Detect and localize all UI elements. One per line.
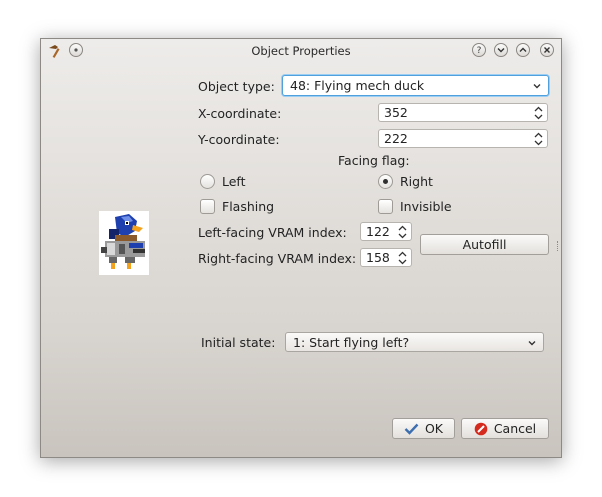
facing-left-label[interactable]: Left — [222, 174, 246, 189]
x-coordinate-spinbox[interactable]: 352 — [378, 103, 548, 122]
object-type-value: 48: Flying mech duck — [290, 78, 425, 93]
cancel-button[interactable]: Cancel — [461, 418, 549, 439]
cancel-icon — [474, 422, 488, 435]
y-coordinate-spinbox[interactable]: 222 — [378, 129, 548, 148]
initial-state-value: 1: Start flying left? — [293, 335, 410, 350]
object-type-label: Object type: — [198, 79, 275, 94]
close-icon — [544, 47, 550, 53]
spin-arrows-icon[interactable] — [398, 225, 407, 239]
help-button[interactable]: ? — [472, 43, 486, 57]
flashing-label[interactable]: Flashing — [222, 199, 274, 214]
ok-label: OK — [424, 421, 444, 436]
invisible-label[interactable]: Invisible — [400, 199, 452, 214]
checkmark-icon — [404, 423, 419, 435]
title-bar[interactable]: Object Properties ? — [41, 39, 561, 63]
y-coordinate-value: 222 — [384, 131, 408, 146]
facing-left-radio[interactable] — [200, 174, 215, 189]
right-vram-spinbox[interactable]: 158 — [360, 248, 412, 267]
flying-mech-duck-sprite — [99, 211, 149, 275]
maximize-button[interactable] — [516, 43, 530, 57]
left-vram-value: 122 — [366, 224, 390, 239]
x-coordinate-value: 352 — [384, 105, 408, 120]
flashing-checkbox[interactable] — [200, 199, 215, 214]
left-vram-label: Left-facing VRAM index: — [198, 225, 347, 240]
chevron-up-icon — [519, 47, 527, 52]
invisible-checkbox[interactable] — [378, 199, 393, 214]
y-coordinate-label: Y-coordinate: — [198, 132, 280, 147]
object-properties-dialog: Object Properties ? Object type: 48: Fly… — [40, 38, 562, 458]
x-coordinate-label: X-coordinate: — [198, 106, 282, 121]
cancel-label: Cancel — [493, 421, 537, 436]
right-vram-value: 158 — [366, 250, 390, 265]
initial-state-label: Initial state: — [201, 335, 276, 350]
facing-flag-label: Facing flag: — [338, 153, 410, 168]
initial-state-select[interactable]: 1: Start flying left? — [285, 332, 544, 352]
spin-arrows-icon[interactable] — [398, 251, 407, 265]
ok-button[interactable]: OK — [392, 418, 455, 439]
chevron-down-icon — [497, 48, 505, 53]
spin-arrows-icon[interactable] — [534, 132, 543, 146]
close-button[interactable] — [540, 43, 554, 57]
chevron-down-icon — [528, 341, 536, 346]
resize-grip[interactable] — [557, 241, 560, 251]
facing-right-radio[interactable] — [378, 174, 393, 189]
left-vram-spinbox[interactable]: 122 — [360, 222, 412, 241]
chevron-down-icon — [533, 84, 541, 89]
autofill-button[interactable]: Autofill — [420, 234, 549, 255]
object-type-select[interactable]: 48: Flying mech duck — [282, 75, 549, 96]
spin-arrows-icon[interactable] — [534, 106, 543, 120]
right-vram-label: Right-facing VRAM index: — [198, 251, 357, 266]
minimize-button[interactable] — [494, 43, 508, 57]
help-icon: ? — [476, 46, 482, 56]
facing-right-label[interactable]: Right — [400, 174, 433, 189]
